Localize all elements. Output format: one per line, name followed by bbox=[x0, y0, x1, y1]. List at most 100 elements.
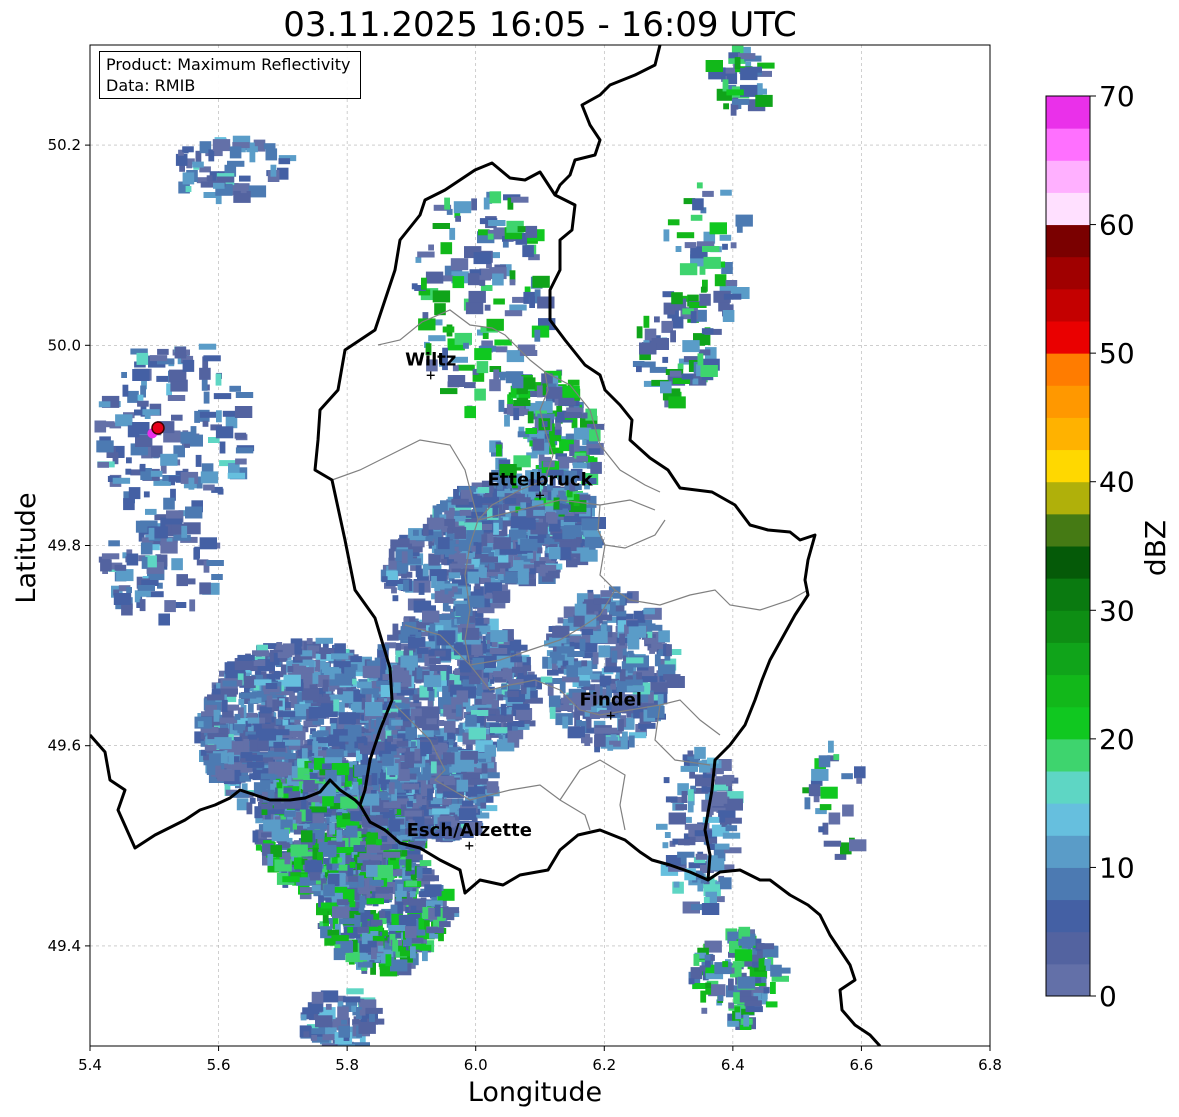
echo-cell bbox=[443, 779, 456, 786]
echo-cell bbox=[350, 656, 362, 663]
echo-cell bbox=[453, 201, 472, 214]
echo-cell bbox=[493, 537, 511, 550]
echo-cell bbox=[486, 592, 493, 599]
echo-cell bbox=[419, 860, 432, 867]
echo-cell bbox=[97, 461, 109, 468]
echo-cell bbox=[345, 825, 358, 838]
echo-cell bbox=[434, 904, 441, 917]
echo-cell bbox=[426, 927, 444, 934]
echo-cell bbox=[468, 727, 486, 740]
echo-cell bbox=[410, 905, 417, 912]
echo-cell bbox=[249, 773, 261, 780]
echo-cell bbox=[490, 630, 508, 643]
echo-cell bbox=[434, 303, 446, 316]
echo-cell bbox=[306, 638, 313, 645]
echo-cell bbox=[236, 679, 243, 686]
echo-cell bbox=[496, 444, 502, 457]
echo-cell bbox=[203, 484, 215, 491]
echo-cell bbox=[724, 817, 742, 824]
echo-cell bbox=[429, 658, 441, 665]
echo-cell bbox=[358, 1021, 376, 1034]
echo-cell bbox=[525, 225, 538, 238]
echo-cell bbox=[366, 864, 378, 877]
echo-cell bbox=[581, 629, 594, 635]
echo-cell bbox=[100, 559, 112, 572]
echo-cell bbox=[484, 304, 491, 311]
echo-cell bbox=[122, 384, 129, 397]
echo-cell bbox=[401, 783, 420, 790]
echo-cell bbox=[148, 527, 155, 540]
echo-cell bbox=[388, 782, 395, 795]
echo-cell bbox=[332, 906, 350, 919]
echo-cell bbox=[282, 643, 295, 656]
echo-cell bbox=[452, 276, 465, 289]
echo-cell bbox=[401, 850, 408, 857]
echo-cell bbox=[135, 520, 148, 533]
echo-cell bbox=[695, 853, 708, 860]
echo-cell bbox=[594, 734, 606, 747]
echo-cell bbox=[396, 868, 403, 875]
echo-cell bbox=[116, 569, 134, 582]
echo-cell bbox=[284, 753, 297, 759]
echo-cell bbox=[461, 800, 474, 807]
echo-cell bbox=[185, 506, 203, 519]
echo-cell bbox=[513, 408, 520, 421]
echo-cell bbox=[160, 453, 178, 466]
echo-cell bbox=[391, 719, 403, 726]
echo-cell bbox=[551, 651, 558, 664]
echo-cell bbox=[409, 891, 416, 898]
echo-cell bbox=[722, 961, 729, 968]
echo-cell bbox=[421, 277, 427, 290]
echo-cell bbox=[566, 665, 578, 678]
echo-cell bbox=[298, 877, 310, 884]
echo-cell bbox=[439, 921, 451, 928]
echo-cell bbox=[432, 808, 450, 815]
echo-cell bbox=[727, 1020, 739, 1027]
echo-cell bbox=[171, 414, 183, 421]
echo-cell bbox=[263, 819, 281, 832]
echo-cell bbox=[416, 866, 423, 879]
echo-cell bbox=[333, 699, 340, 712]
echo-cell bbox=[139, 465, 146, 472]
echo-cell bbox=[219, 441, 226, 454]
echo-cell bbox=[536, 385, 543, 398]
echo-cell bbox=[398, 538, 410, 545]
echo-cell bbox=[203, 355, 221, 362]
echo-cell bbox=[532, 275, 550, 288]
echo-cell bbox=[312, 741, 319, 754]
echo-cell bbox=[303, 677, 310, 690]
echo-cell bbox=[392, 595, 399, 602]
echo-cell bbox=[489, 191, 502, 204]
echo-cell bbox=[215, 426, 234, 439]
echo-cell bbox=[720, 877, 732, 890]
echo-cell bbox=[703, 897, 710, 903]
echo-cell bbox=[444, 197, 450, 210]
echo-cell bbox=[662, 842, 669, 849]
echo-cell bbox=[217, 488, 224, 495]
echo-cell bbox=[352, 1042, 370, 1046]
echo-cell bbox=[483, 197, 490, 210]
echo-cell bbox=[451, 586, 458, 593]
echo-cell bbox=[663, 302, 676, 315]
echo-cell bbox=[705, 982, 712, 989]
echo-cell bbox=[258, 728, 277, 741]
echo-cell bbox=[365, 702, 383, 714]
echo-cell bbox=[664, 832, 671, 838]
echo-cell bbox=[745, 1006, 763, 1013]
echo-cell bbox=[199, 582, 211, 595]
echo-cell bbox=[761, 993, 768, 1000]
echo-cell bbox=[235, 447, 254, 454]
echo-cell bbox=[188, 477, 195, 490]
echo-cell bbox=[430, 761, 437, 774]
echo-cell bbox=[594, 727, 612, 734]
echo-cell bbox=[442, 906, 449, 919]
echo-cell bbox=[656, 823, 668, 830]
echo-cell bbox=[611, 650, 618, 663]
echo-cell bbox=[324, 757, 343, 764]
echo-cell bbox=[562, 385, 580, 398]
echo-cell bbox=[316, 737, 334, 744]
echo-cell bbox=[557, 617, 564, 624]
echo-cell bbox=[636, 326, 643, 339]
echo-cell bbox=[391, 670, 410, 683]
echo-cell bbox=[199, 411, 218, 418]
